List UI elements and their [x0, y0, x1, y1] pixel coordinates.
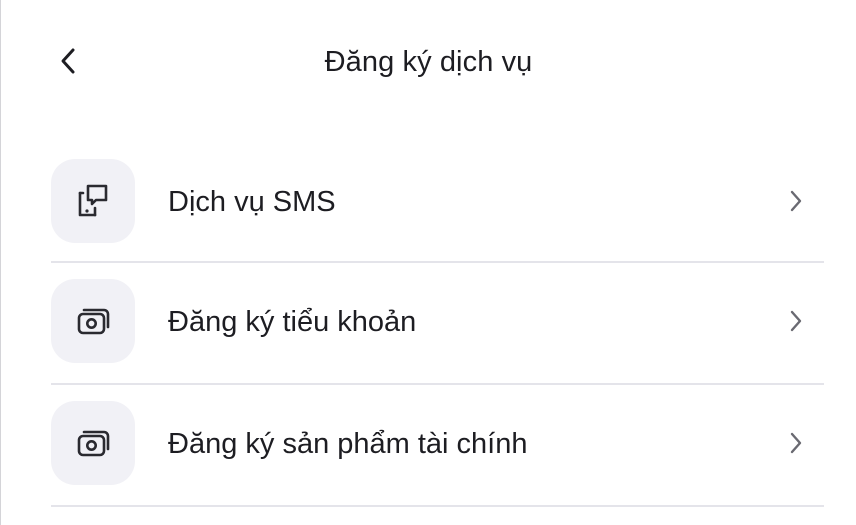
chevron-right-icon [786, 187, 806, 215]
divider [51, 261, 824, 263]
header: Đăng ký dịch vụ [1, 0, 856, 120]
menu-item-label: Đăng ký tiểu khoản [168, 306, 417, 338]
divider [51, 383, 824, 385]
divider [51, 505, 824, 507]
service-registration-screen: Đăng ký dịch vụ Dịch vụ SMS Đăng ký tiểu… [0, 0, 856, 525]
wallet-icon [77, 308, 110, 335]
phone-message-icon [78, 184, 108, 217]
menu-item-icon-container [51, 401, 135, 485]
menu-item-sms-service[interactable]: Dịch vụ SMS [51, 148, 824, 268]
page-title: Đăng ký dịch vụ [324, 46, 533, 78]
wallet-icon [77, 430, 110, 457]
menu-item-sub-account-registration[interactable]: Đăng ký tiểu khoản [51, 268, 824, 390]
menu-item-financial-product-registration[interactable]: Đăng ký sản phẩm tài chính [51, 390, 824, 512]
menu-item-icon-container [51, 279, 135, 363]
menu-item-label: Dịch vụ SMS [168, 186, 336, 218]
chevron-right-icon [786, 429, 806, 457]
service-menu-list: Dịch vụ SMS Đăng ký tiểu khoản Đăng ký s… [51, 148, 824, 512]
menu-item-label: Đăng ký sản phẩm tài chính [168, 428, 528, 460]
chevron-right-icon [786, 307, 806, 335]
menu-item-icon-container [51, 159, 135, 243]
